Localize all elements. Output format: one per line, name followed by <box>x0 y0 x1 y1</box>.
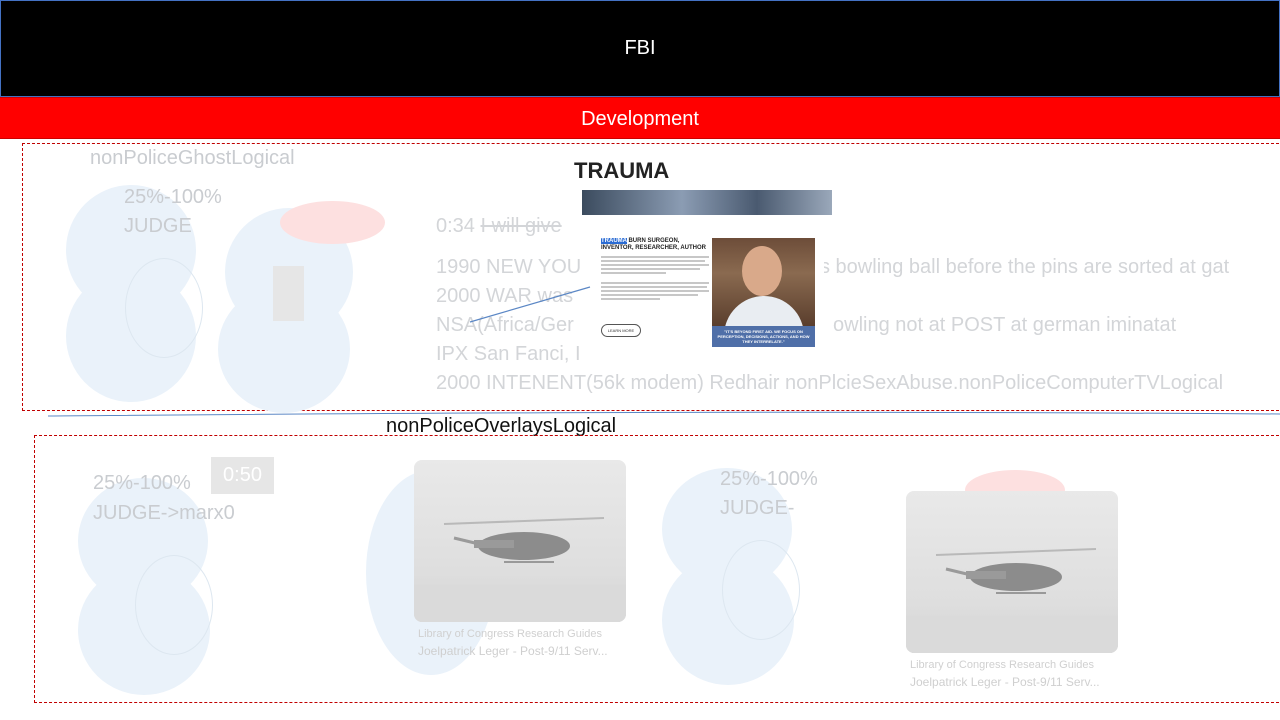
overlay-role-b: JUDGE- <box>720 497 795 519</box>
card1-source: Library of Congress Research Guides <box>418 628 603 640</box>
learn-more-button[interactable]: LEARN MORE <box>601 324 641 337</box>
overlay-ring-c <box>722 540 800 640</box>
overlay-score-a: 25%-100% <box>93 472 191 494</box>
trauma-title: TRAUMA <box>574 158 670 183</box>
overlay-role-a: JUDGE->marx0 <box>93 502 235 524</box>
timer-badge: 0:50 <box>211 457 274 494</box>
helicopter-video-card-2[interactable] <box>906 491 1118 653</box>
trauma-profile-card: TRAUMA BURN SURGEON, INVENTOR, RESEARCHE… <box>592 228 824 356</box>
helicopter-video-card-1[interactable] <box>414 460 626 622</box>
card2-title[interactable]: Joelpatrick Leger - Post-9/11 Serv... <box>910 675 1100 689</box>
trauma-headline: TRAUMA BURN SURGEON, INVENTOR, RESEARCHE… <box>601 238 713 252</box>
card1-title[interactable]: Joelpatrick Leger - Post-9/11 Serv... <box>418 644 608 658</box>
trauma-headline-highlight: TRAUMA <box>601 238 627 244</box>
overlay-score-b: 25%-100% <box>720 468 818 490</box>
surgeon-portrait <box>712 238 815 326</box>
trauma-body-text <box>601 256 709 302</box>
trauma-header-photo <box>582 190 832 215</box>
helicopter-image <box>906 548 1118 653</box>
card2-source: Library of Congress Research Guides <box>910 659 1095 671</box>
helicopter-image <box>414 517 626 622</box>
trauma-quote: "IT'S BEYOND FIRST AID. WE FOCUS ON PERC… <box>712 326 815 347</box>
overlay-ring-a <box>135 555 213 655</box>
